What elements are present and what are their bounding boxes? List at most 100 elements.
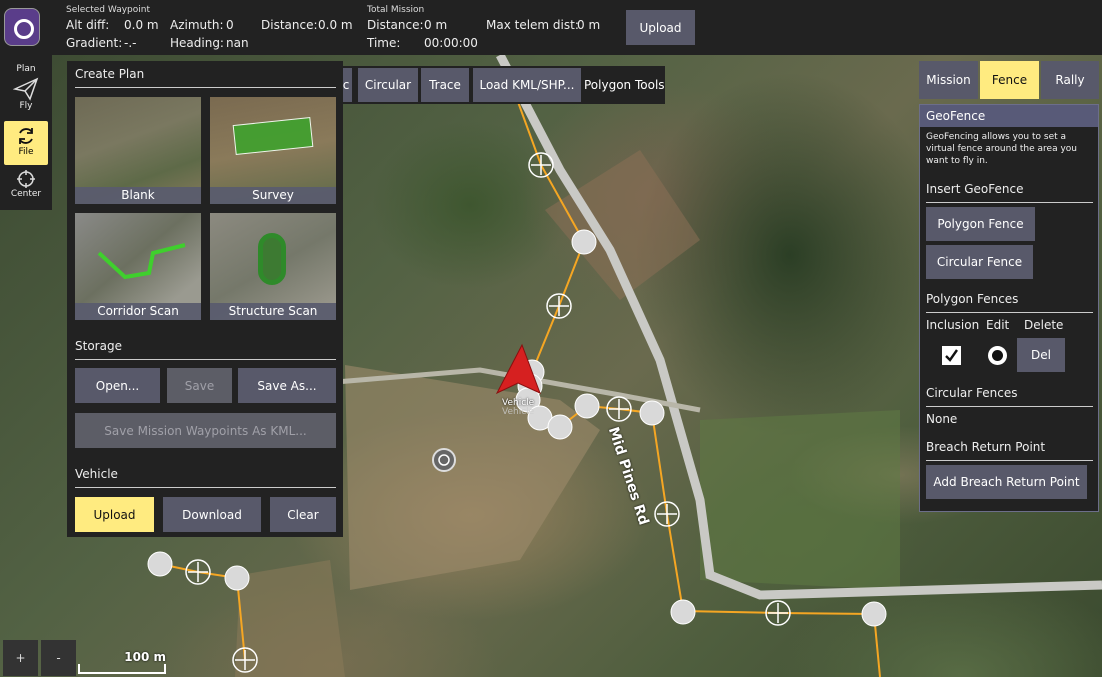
breach-return-title: Breach Return Point [926, 440, 1046, 454]
vehicle-label-shadow: Vehicle [502, 407, 535, 417]
center-button[interactable]: Center [4, 169, 48, 209]
geofence-panel: GeoFence GeoFencing allows you to set a … [919, 104, 1099, 512]
paper-plane-icon [13, 77, 39, 101]
polygon-tools-bar: c Circular Trace Load KML/SHP... Polygon… [340, 66, 665, 104]
circular-fences-value: None [926, 412, 958, 426]
fly-label: Fly [19, 101, 33, 111]
crosshair-icon [17, 170, 35, 188]
waypoint-marker[interactable] [571, 229, 597, 255]
heading-label: Heading: [170, 36, 224, 50]
mission-path [509, 79, 881, 677]
tab-fence[interactable]: Fence [980, 61, 1039, 99]
geofence-title: GeoFence [920, 105, 1098, 127]
delete-fence-button[interactable]: Del [1017, 338, 1065, 372]
save-as-button[interactable]: Save As... [238, 368, 336, 403]
tab-mission[interactable]: Mission [919, 61, 978, 99]
waypoint-marker[interactable] [670, 599, 696, 625]
split-handle-icon[interactable] [765, 600, 791, 626]
azimuth-label: Azimuth: [170, 18, 224, 32]
alt-diff-label: Alt diff: [66, 18, 110, 32]
sync-icon [19, 128, 33, 144]
waypoint-marker[interactable] [547, 414, 573, 440]
trace-tool-button[interactable]: Trace [421, 68, 469, 102]
download-button[interactable]: Download [163, 497, 261, 532]
upload-button[interactable]: Upload [626, 10, 695, 45]
polygon-fence-button[interactable]: Polygon Fence [926, 207, 1035, 241]
scale-label: 100 m [124, 650, 166, 664]
center-label: Center [10, 189, 42, 199]
save-kml-button[interactable]: Save Mission Waypoints As KML... [75, 413, 336, 448]
waypoint-marker[interactable] [574, 393, 600, 419]
add-breach-return-button[interactable]: Add Breach Return Point [926, 465, 1087, 499]
open-button[interactable]: Open... [75, 368, 160, 403]
template-survey-label: Survey [210, 187, 336, 204]
waypoint-marker[interactable] [147, 551, 173, 577]
insert-geofence-title: Insert GeoFence [926, 182, 1024, 196]
time-value: 00:00:00 [424, 36, 478, 50]
max-telem-value: 0 m [577, 18, 601, 32]
clear-button[interactable]: Clear [270, 497, 336, 532]
waypoint-marker[interactable] [224, 565, 250, 591]
total-distance-value: 0 m [424, 18, 448, 32]
max-telem-label: Max telem dist: [486, 18, 579, 32]
inclusion-column-header: Inclusion [926, 318, 980, 332]
zoom-in-button[interactable]: + [3, 640, 38, 676]
load-kml-button[interactable]: Load KML/SHP... [473, 68, 581, 102]
create-plan-panel: Create Plan Blank Survey Corridor Scan S… [67, 61, 343, 537]
top-toolbar: Selected Waypoint Alt diff: 0.0 m Gradie… [0, 0, 1102, 55]
checkmark-icon [945, 349, 958, 362]
edit-radio[interactable] [988, 346, 1007, 365]
storage-title: Storage [75, 339, 122, 353]
gradient-label: Gradient: [66, 36, 123, 50]
polygon-fences-title: Polygon Fences [926, 292, 1019, 306]
plan-label: Plan [16, 64, 36, 74]
circular-fences-title: Circular Fences [926, 386, 1018, 400]
split-handle-icon[interactable] [232, 647, 258, 673]
template-structure-scan[interactable]: Structure Scan [210, 213, 336, 320]
split-handle-icon[interactable] [546, 293, 572, 319]
circular-fence-button[interactable]: Circular Fence [926, 245, 1033, 279]
zoom-out-button[interactable]: - [41, 640, 76, 676]
total-distance-label: Distance: [367, 18, 424, 32]
gradient-value: -.- [124, 36, 137, 50]
heading-value: nan [226, 36, 249, 50]
template-blank-label: Blank [75, 187, 201, 204]
qgc-logo-icon[interactable] [4, 8, 40, 46]
distance-value: 0.0 m [318, 18, 353, 32]
template-structure-scan-label: Structure Scan [210, 303, 336, 320]
split-handle-icon[interactable] [606, 396, 632, 422]
split-handle-icon[interactable] [185, 559, 211, 585]
circular-tool-button[interactable]: Circular [358, 68, 418, 102]
template-corridor-scan-label: Corridor Scan [75, 303, 201, 320]
fly-button[interactable]: Fly [4, 77, 48, 117]
alt-diff-value: 0.0 m [124, 18, 159, 32]
distance-label: Distance: [261, 18, 318, 32]
delete-column-header: Delete [1024, 318, 1064, 332]
home-position-icon[interactable] [432, 448, 456, 472]
waypoint-marker[interactable] [861, 601, 887, 627]
geofence-description: GeoFencing allows you to set a virtual f… [926, 132, 1077, 166]
split-handle-icon[interactable] [528, 152, 554, 178]
field-area [700, 410, 900, 590]
selected-waypoint-title: Selected Waypoint [66, 5, 150, 15]
file-label: File [18, 147, 34, 157]
save-button[interactable]: Save [167, 368, 232, 403]
split-handle-icon[interactable] [654, 501, 680, 527]
tab-rally[interactable]: Rally [1041, 61, 1099, 99]
azimuth-value: 0 [226, 18, 234, 32]
template-corridor-scan[interactable]: Corridor Scan [75, 213, 201, 320]
polygon-tools-title: Polygon Tools [584, 78, 665, 92]
left-toolbar: Plan Fly File Center [0, 55, 52, 210]
total-mission-title: Total Mission [367, 5, 425, 15]
template-survey[interactable]: Survey [210, 97, 336, 204]
scale-bar: 100 m [78, 650, 166, 674]
field-area [345, 365, 600, 590]
edit-column-header: Edit [986, 318, 1010, 332]
template-blank[interactable]: Blank [75, 97, 201, 204]
vehicle-title: Vehicle [75, 467, 118, 481]
vehicle-upload-button[interactable]: Upload [75, 497, 154, 532]
inclusion-checkbox[interactable] [942, 346, 961, 365]
waypoint-marker[interactable] [639, 400, 665, 426]
time-label: Time: [367, 36, 401, 50]
file-button[interactable]: File [4, 121, 48, 165]
